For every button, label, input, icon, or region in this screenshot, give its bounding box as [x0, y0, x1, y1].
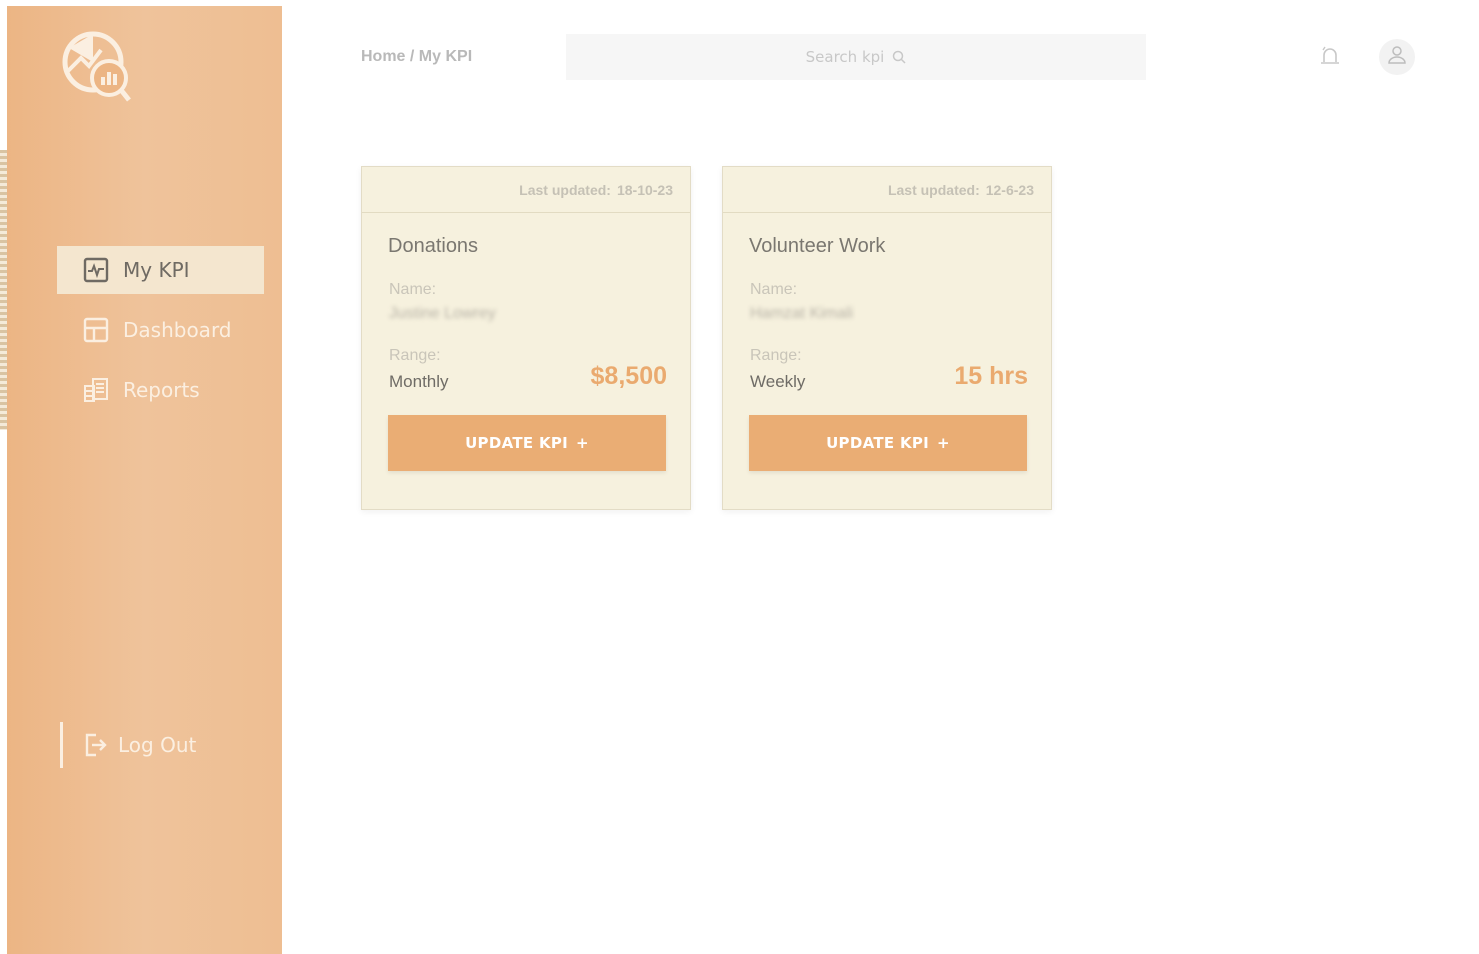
name-label: Name:	[750, 281, 798, 298]
last-updated-date: 12-6-23	[985, 181, 1034, 198]
bell-icon[interactable]	[1318, 44, 1342, 68]
sidebar-item-label: Reports	[123, 378, 200, 402]
update-kpi-button[interactable]: UPDATE KPI +	[388, 415, 666, 471]
plus-icon: +	[937, 434, 950, 452]
activity-icon	[81, 255, 111, 285]
reports-icon	[81, 375, 111, 405]
kpi-value: 15 hrs	[954, 362, 1028, 390]
last-updated-label: Last updated:	[519, 181, 611, 198]
search-placeholder: Search kpi	[805, 48, 885, 66]
kpi-value: $8,500	[590, 362, 667, 390]
update-kpi-label: UPDATE KPI	[465, 434, 569, 452]
layout-icon	[81, 315, 111, 345]
kpi-analytics-logo-icon[interactable]	[59, 30, 137, 104]
range-value: Weekly	[750, 372, 806, 391]
kpi-card-volunteer-work: Last updated: 12-6-23 Volunteer Work Nam…	[722, 166, 1052, 510]
range-label: Range:	[389, 347, 441, 364]
logout-icon	[82, 731, 110, 759]
plus-icon: +	[576, 434, 589, 452]
logout-button[interactable]: Log Out	[82, 722, 196, 768]
card-title: Volunteer Work	[749, 235, 886, 257]
card-header: Last updated: 18-10-23	[362, 167, 690, 213]
logout-indicator	[60, 722, 63, 768]
card-title: Donations	[388, 235, 479, 257]
last-updated-date: 18-10-23	[616, 181, 673, 198]
avatar[interactable]	[1379, 39, 1415, 75]
last-updated-label: Last updated:	[887, 181, 980, 198]
sidebar: My KPI Dashboard Reports Log Out	[7, 6, 282, 954]
logout-label: Log Out	[118, 733, 197, 757]
name-label: Name:	[389, 281, 437, 298]
name-value: Hamzat Kimali	[750, 305, 854, 322]
sidebar-item-reports[interactable]: Reports	[57, 366, 264, 414]
range-value: Monthly	[389, 372, 449, 391]
user-icon	[1387, 45, 1407, 69]
breadcrumb[interactable]: Home / My KPI	[361, 48, 472, 66]
update-kpi-label: UPDATE KPI	[826, 434, 930, 452]
name-value: Justine Lowrey	[389, 305, 496, 322]
kpi-card-donations: Last updated: 18-10-23 Donations Name: J…	[361, 166, 691, 510]
sidebar-item-label: My KPI	[123, 258, 190, 282]
update-kpi-button[interactable]: UPDATE KPI +	[749, 415, 1027, 471]
range-label: Range:	[750, 347, 802, 364]
sidebar-item-label: Dashboard	[123, 318, 232, 342]
sidebar-item-my-kpi[interactable]: My KPI	[57, 246, 264, 294]
search-icon	[892, 50, 906, 64]
background-strip	[0, 150, 7, 430]
sidebar-item-dashboard[interactable]: Dashboard	[57, 306, 264, 354]
search-input[interactable]: Search kpi	[566, 34, 1146, 80]
card-header: Last updated: 12-6-23	[723, 167, 1051, 213]
